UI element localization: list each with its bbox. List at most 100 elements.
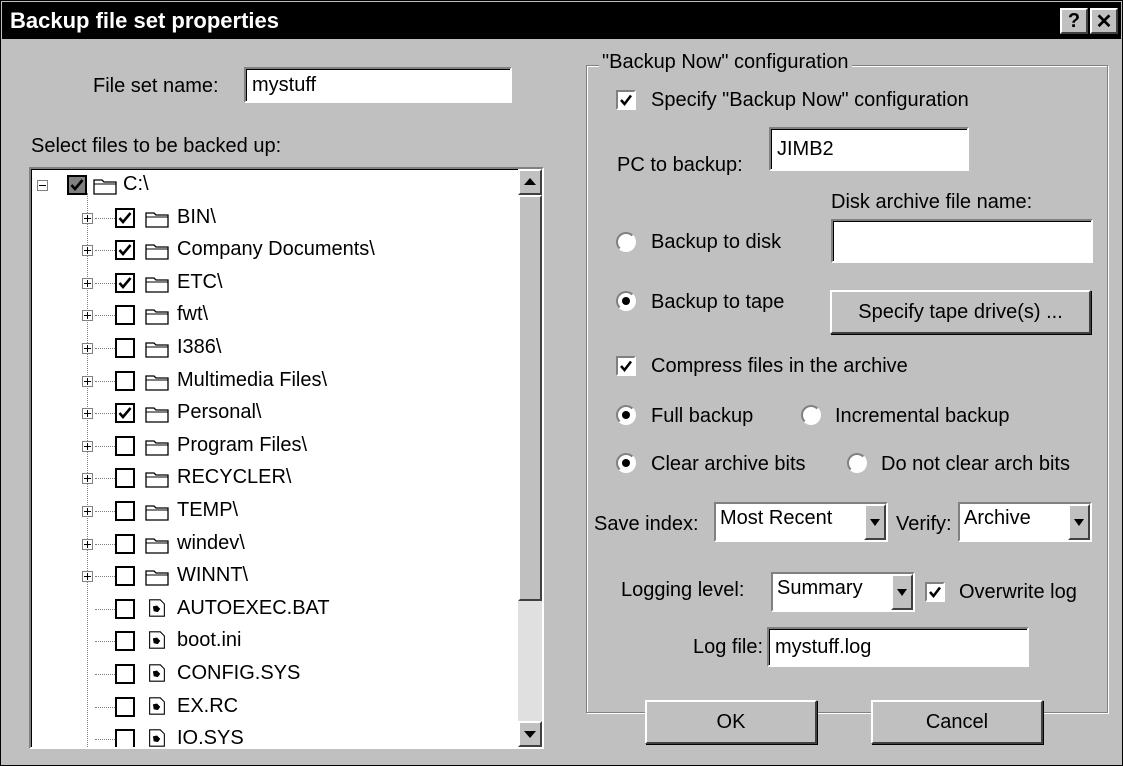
- folder-icon: [145, 407, 169, 423]
- specify-config-checkbox[interactable]: [616, 90, 636, 110]
- tree-item-checkbox[interactable]: [115, 272, 135, 293]
- save-index-dropdown-arrow[interactable]: [864, 504, 886, 540]
- chevron-down-icon: [897, 589, 907, 596]
- tree-item-checkbox[interactable]: [115, 468, 135, 489]
- tree-item-checkbox[interactable]: [115, 501, 135, 521]
- scroll-down-button[interactable]: [518, 721, 542, 747]
- scroll-thumb[interactable]: [518, 195, 542, 601]
- tree-row[interactable]: [31, 532, 511, 566]
- tree-item-checkbox[interactable]: [115, 338, 135, 358]
- tree-item-name: TEMP\: [177, 499, 239, 521]
- system-file-icon: [149, 696, 165, 715]
- backup-to-disk-radio[interactable]: [616, 232, 636, 252]
- tree-connector: [95, 478, 115, 480]
- do-not-clear-bits-label: Do not clear arch bits: [881, 453, 1070, 475]
- cancel-button[interactable]: Cancel: [871, 700, 1043, 744]
- expand-icon[interactable]: [82, 245, 93, 257]
- tree-row[interactable]: [31, 303, 511, 337]
- checkmark-icon: [929, 586, 941, 598]
- tree-connector: [95, 576, 115, 578]
- tree-item-checkbox[interactable]: [115, 598, 135, 619]
- ok-button[interactable]: OK: [645, 700, 817, 744]
- tree-row[interactable]: [31, 336, 511, 370]
- tree-item-checkbox[interactable]: [115, 533, 135, 554]
- expand-icon[interactable]: [82, 212, 93, 224]
- expand-icon[interactable]: [82, 473, 93, 485]
- scroll-up-button[interactable]: [518, 169, 542, 195]
- tree-row[interactable]: [31, 499, 511, 533]
- expand-icon[interactable]: [82, 343, 93, 354]
- full-backup-radio[interactable]: [616, 405, 636, 425]
- specify-config-label: Specify "Backup Now" configuration: [651, 89, 969, 111]
- tree-row[interactable]: [31, 564, 511, 598]
- save-index-label: Save index:: [594, 513, 699, 535]
- logging-level-dropdown-arrow[interactable]: [891, 574, 913, 610]
- tree-item-checkbox[interactable]: [115, 403, 135, 424]
- logging-level-select[interactable]: Summary: [771, 572, 915, 612]
- pc-to-backup-input[interactable]: [769, 127, 969, 171]
- tree-item-checkbox[interactable]: [115, 664, 135, 684]
- expander-bar: [87, 475, 88, 483]
- tree-item-checkbox[interactable]: [115, 240, 135, 261]
- expand-icon[interactable]: [82, 310, 93, 322]
- vertical-scrollbar[interactable]: [518, 169, 542, 747]
- clear-archive-bits-label: Clear archive bits: [651, 453, 806, 475]
- expander-bar: [87, 345, 88, 352]
- tree-row[interactable]: [31, 206, 511, 240]
- close-button[interactable]: ✕: [1090, 8, 1118, 34]
- expand-icon[interactable]: [82, 538, 93, 550]
- root-checkbox[interactable]: [67, 175, 87, 195]
- help-button[interactable]: ?: [1060, 8, 1088, 34]
- compress-files-checkbox[interactable]: [616, 356, 636, 376]
- tree-item-checkbox[interactable]: [115, 729, 135, 747]
- incremental-backup-radio[interactable]: [801, 405, 821, 425]
- collapse-icon[interactable]: [37, 180, 48, 191]
- tree-item-checkbox[interactable]: [115, 566, 135, 587]
- tree-item-name: windev\: [177, 531, 245, 554]
- specify-tape-drives-button[interactable]: Specify tape drive(s) ...: [830, 290, 1091, 334]
- checkmark-icon: [620, 94, 632, 106]
- disk-archive-input[interactable]: [831, 219, 1093, 263]
- verify-select[interactable]: Archive: [958, 502, 1092, 542]
- expand-icon[interactable]: [82, 408, 93, 420]
- tree-item-checkbox[interactable]: [115, 207, 135, 228]
- backup-to-tape-radio[interactable]: [616, 291, 636, 311]
- clear-archive-bits-radio[interactable]: [616, 453, 636, 473]
- tree-connector: [95, 250, 115, 252]
- folder-icon: [145, 244, 169, 260]
- overwrite-log-checkbox[interactable]: [925, 582, 945, 602]
- log-file-input[interactable]: [767, 627, 1029, 667]
- title-bar[interactable]: Backup file set properties ? ✕: [2, 2, 1121, 39]
- tree-item-checkbox[interactable]: [115, 305, 135, 326]
- expander-bar: [87, 508, 88, 515]
- expand-icon[interactable]: [82, 440, 93, 452]
- tree-row[interactable]: [31, 629, 511, 663]
- do-not-clear-bits-radio[interactable]: [847, 453, 867, 473]
- tree-row[interactable]: [31, 401, 511, 435]
- tree-row[interactable]: [31, 271, 511, 305]
- expand-icon[interactable]: [82, 571, 93, 583]
- tree-item-checkbox[interactable]: [115, 370, 135, 391]
- expand-icon[interactable]: [82, 375, 93, 387]
- file-set-name-input[interactable]: [244, 67, 512, 103]
- file-tree[interactable]: C:\ BIN\ Company Documents\ ETC\ fwt\ I386\ Mu…: [29, 167, 544, 749]
- checkmark-icon: [118, 407, 132, 420]
- expand-icon[interactable]: [82, 277, 93, 289]
- expand-icon[interactable]: [82, 506, 93, 517]
- save-index-select[interactable]: Most Recent: [714, 502, 888, 542]
- verify-dropdown-arrow[interactable]: [1068, 504, 1090, 540]
- checkmark-icon: [118, 211, 132, 224]
- tree-item-checkbox[interactable]: [115, 696, 135, 717]
- tree-row[interactable]: [31, 727, 511, 747]
- tree-item-checkbox[interactable]: [115, 435, 135, 456]
- tree-item-name: EX.RC: [177, 694, 239, 717]
- tree-item-name: RECYCLER\: [177, 466, 292, 489]
- tree-item-checkbox[interactable]: [115, 631, 135, 652]
- tree-item-name: ETC\: [177, 270, 223, 293]
- tree-connector: [95, 380, 115, 383]
- tree-row[interactable]: [31, 695, 511, 729]
- tree-item-name: BIN\: [177, 205, 216, 228]
- tree-connector: [95, 674, 115, 676]
- file-set-name-label: File set name:: [93, 75, 219, 97]
- tree-item-name: AUTOEXEC.BAT: [177, 596, 330, 619]
